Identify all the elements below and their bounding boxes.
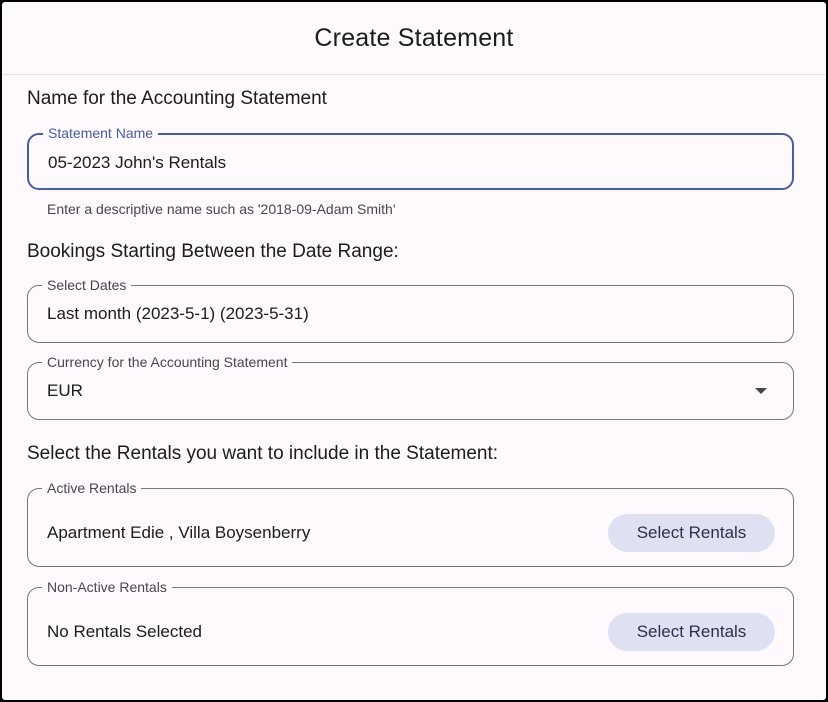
- statement-name-helper-text: Enter a descriptive name such as '2018-0…: [47, 201, 396, 217]
- statement-name-input[interactable]: 05-2023 John's Rentals: [48, 153, 226, 173]
- select-non-active-rentals-button[interactable]: Select Rentals: [608, 613, 775, 651]
- rentals-section-heading: Select the Rentals you want to include i…: [27, 443, 499, 464]
- statement-name-label: Statement Name: [43, 125, 159, 141]
- chevron-down-icon[interactable]: [755, 388, 767, 394]
- active-rentals-field: Active Rentals Apartment Edie , Villa Bo…: [27, 480, 794, 567]
- non-active-rentals-label: Non-Active Rentals: [42, 579, 172, 595]
- select-dates-label: Select Dates: [42, 277, 132, 293]
- non-active-rentals-value: No Rentals Selected: [47, 622, 202, 641]
- select-active-rentals-button[interactable]: Select Rentals: [608, 514, 775, 552]
- name-section-heading: Name for the Accounting Statement: [27, 88, 327, 109]
- active-rentals-label: Active Rentals: [42, 480, 142, 496]
- dialog-header: Create Statement: [2, 2, 826, 75]
- dialog-title: Create Statement: [314, 23, 514, 52]
- non-active-rentals-field: Non-Active Rentals No Rentals Selected S…: [27, 579, 794, 666]
- date-section-heading: Bookings Starting Between the Date Range…: [27, 241, 399, 262]
- currency-value[interactable]: EUR: [47, 381, 83, 401]
- select-dates-field[interactable]: Select Dates Last month (2023-5-1) (2023…: [27, 277, 794, 343]
- currency-select[interactable]: Currency for the Accounting Statement EU…: [27, 354, 794, 420]
- create-statement-dialog: Create Statement Name for the Accounting…: [2, 2, 826, 700]
- select-dates-value[interactable]: Last month (2023-5-1) (2023-5-31): [47, 304, 309, 324]
- active-rentals-value: Apartment Edie , Villa Boysenberry: [47, 523, 311, 542]
- currency-label: Currency for the Accounting Statement: [42, 354, 293, 370]
- statement-name-field[interactable]: Statement Name 05-2023 John's Rentals: [27, 125, 794, 190]
